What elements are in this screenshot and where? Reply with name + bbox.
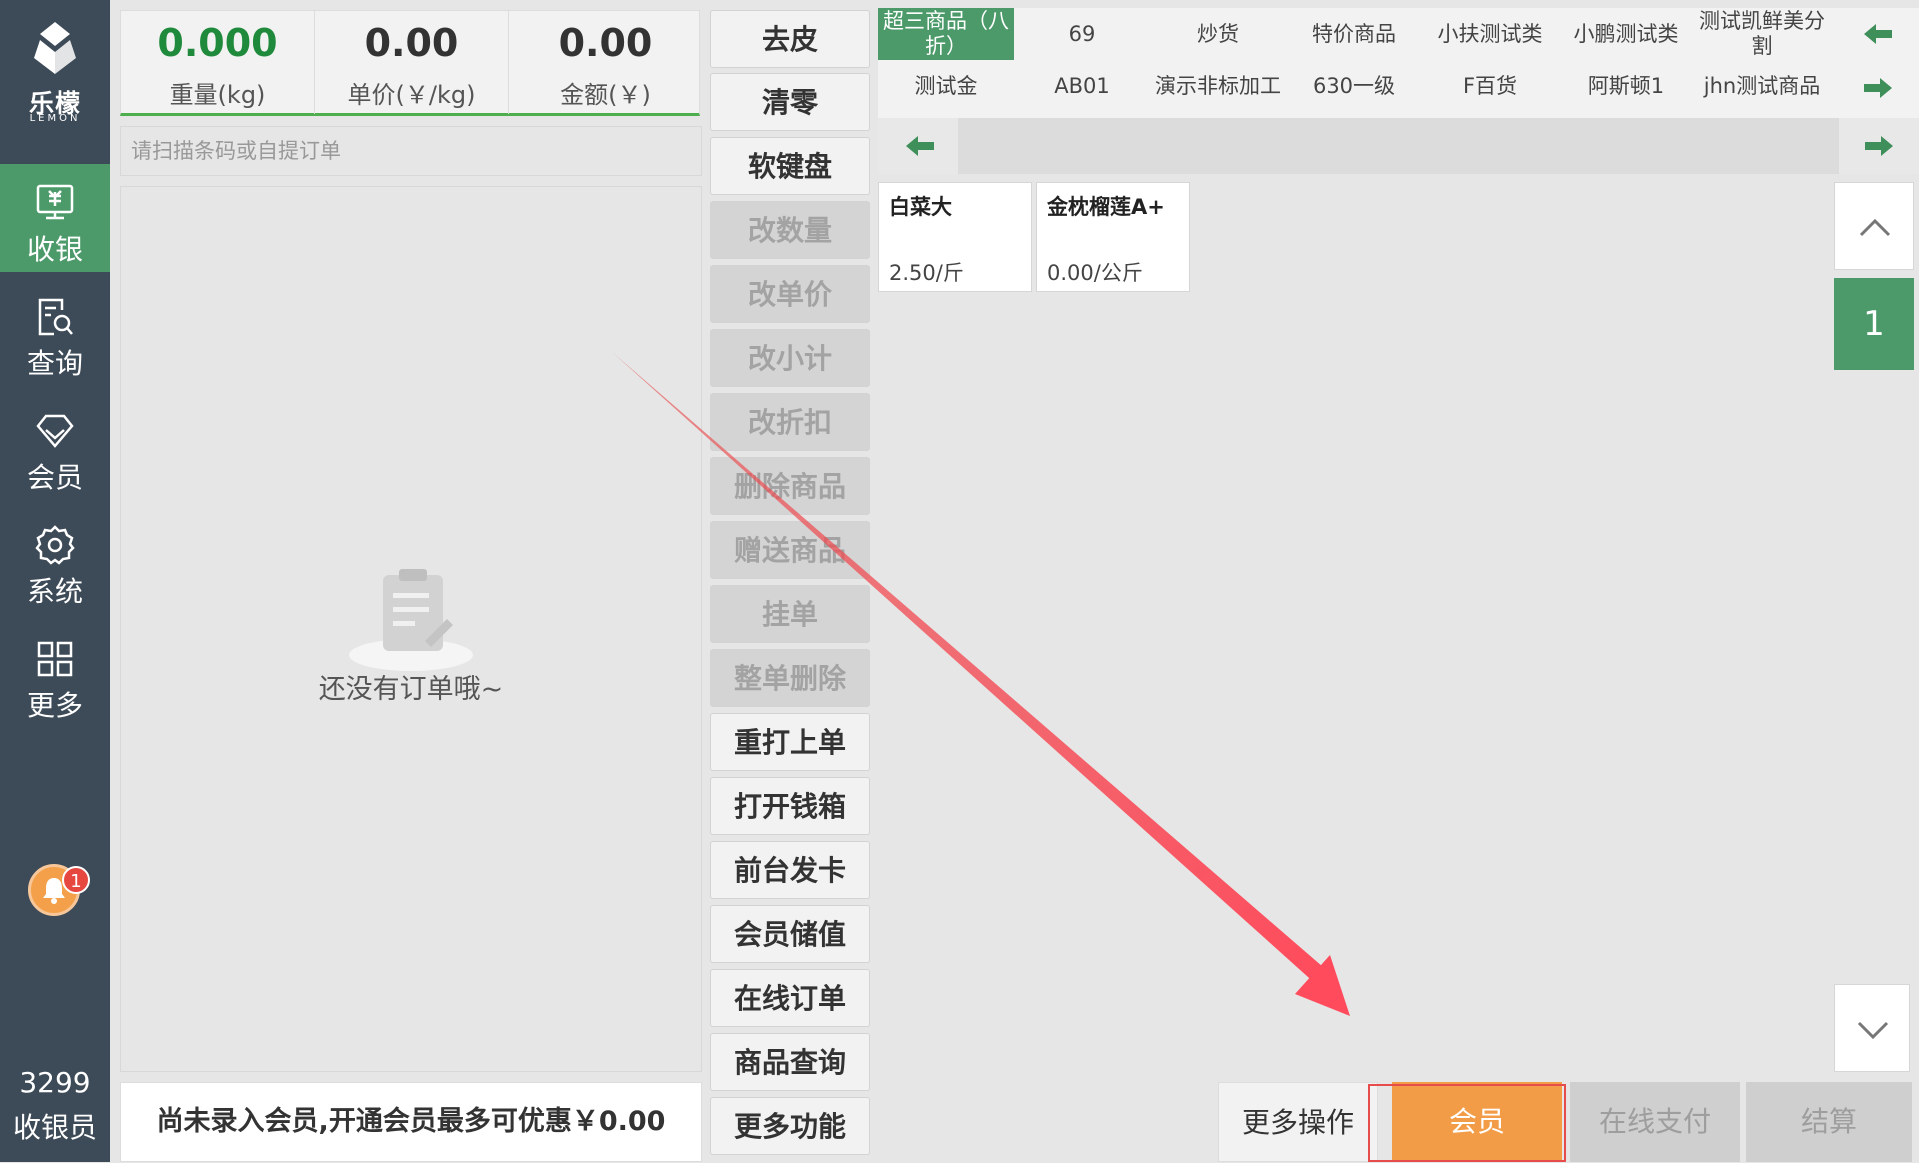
- arrow-right-icon: [1865, 136, 1893, 156]
- sidebar-item-more[interactable]: 更多: [0, 620, 110, 728]
- chevron-down-icon: [1857, 1021, 1889, 1040]
- weight-label: 重量(kg): [169, 81, 266, 109]
- category-tab[interactable]: 测试凯鲜美分割: [1694, 8, 1830, 60]
- category-tab[interactable]: 演示非标加工: [1150, 60, 1286, 112]
- category-tab[interactable]: 630一级: [1286, 60, 1422, 112]
- category-next-button[interactable]: [1839, 118, 1919, 174]
- cashier-id: 3299: [19, 1066, 91, 1099]
- weight-cell: 0.000 重量(kg): [121, 11, 314, 114]
- highlight-box: [1368, 1084, 1566, 1162]
- product-price: 0.00/公斤: [1047, 261, 1143, 285]
- arrow-left-icon: [906, 136, 934, 156]
- category-tab[interactable]: AB01: [1014, 60, 1150, 112]
- category-tab[interactable]: 小扶测试类: [1422, 8, 1558, 60]
- sidebar-item-label: 更多: [26, 689, 83, 722]
- order-list: 还没有订单哦~: [120, 186, 702, 1072]
- delete-order-button[interactable]: 整单删除: [710, 649, 870, 707]
- lemon-logo-icon: [34, 22, 76, 74]
- reprint-last-button[interactable]: 重打上单: [710, 713, 870, 771]
- sidebar-item-label: 查询: [26, 347, 83, 380]
- unit-price-label: 单价(￥/kg): [347, 81, 476, 109]
- empty-order-text: 还没有订单哦~: [318, 674, 504, 705]
- category-prev-button[interactable]: [878, 118, 958, 174]
- arrow-left-icon[interactable]: [1858, 14, 1898, 54]
- member-promo-bar: 尚未录入会员,开通会员最多可优惠￥0.00: [120, 1082, 702, 1162]
- sidebar-item-cashier[interactable]: 收银: [0, 164, 110, 272]
- logo-subtext: LEMON: [29, 113, 81, 124]
- search-document-icon: [38, 298, 73, 336]
- category-tabs: 超三商品（八折） 69 炒货 特价商品 小扶测试类 小鹏测试类 测试凯鲜美分割 …: [878, 8, 1919, 118]
- zero-button[interactable]: 清零: [710, 73, 870, 131]
- category-pager: [878, 118, 1919, 174]
- amount-label: 金额(￥): [560, 81, 651, 109]
- category-tab[interactable]: F百货: [1422, 60, 1558, 112]
- unit-price-value: 0.00: [364, 21, 459, 65]
- category-tab[interactable]: 阿斯顿1: [1558, 60, 1694, 112]
- amount-value: 0.00: [558, 21, 653, 65]
- more-functions-button[interactable]: 更多功能: [710, 1097, 870, 1155]
- arrow-right-icon[interactable]: [1858, 68, 1898, 108]
- delete-item-button[interactable]: 删除商品: [710, 457, 870, 515]
- product-card[interactable]: 金枕榴莲A+ 0.00/公斤: [1036, 182, 1190, 292]
- category-tab[interactable]: 测试金: [878, 60, 1014, 112]
- scale-display: 0.000 重量(kg) 0.00 单价(￥/kg) 0.00 金额(￥): [120, 10, 700, 116]
- page-number: 1: [1834, 278, 1914, 370]
- change-quantity-button[interactable]: 改数量: [710, 201, 870, 259]
- more-operations-button[interactable]: 更多操作: [1218, 1082, 1378, 1162]
- tare-button[interactable]: 去皮: [710, 10, 870, 68]
- barcode-input[interactable]: 请扫描条码或自提订单: [120, 126, 702, 176]
- weight-value: 0.000: [157, 21, 278, 65]
- sidebar-item-label: 系统: [26, 575, 83, 608]
- chevron-up-icon: [1859, 218, 1891, 237]
- category-tab[interactable]: 特价商品: [1286, 8, 1422, 60]
- category-tab[interactable]: 炒货: [1150, 8, 1286, 60]
- member-topup-button[interactable]: 会员储值: [710, 905, 870, 963]
- change-unit-price-button[interactable]: 改单价: [710, 265, 870, 323]
- product-name: 白菜大: [889, 195, 952, 219]
- category-tab[interactable]: 小鹏测试类: [1558, 8, 1694, 60]
- sidebar-item-label: 收银: [26, 233, 83, 266]
- barcode-placeholder: 请扫描条码或自提订单: [131, 139, 341, 163]
- cash-register-icon: [36, 184, 74, 220]
- logo: 乐檬 LEMON: [0, 14, 110, 124]
- page-down-button[interactable]: [1834, 984, 1910, 1072]
- change-subtotal-button[interactable]: 改小计: [710, 329, 870, 387]
- unit-price-cell: 0.00 单价(￥/kg): [315, 11, 508, 114]
- sidebar: 乐檬 LEMON 收银 查询 会员 系统 更多 1 3299 收银员: [0, 0, 110, 1162]
- notification-badge: 1: [62, 866, 90, 894]
- empty-clipboard-icon: [349, 569, 473, 671]
- change-discount-button[interactable]: 改折扣: [710, 393, 870, 451]
- category-tab[interactable]: jhn测试商品: [1694, 60, 1830, 112]
- product-search-button[interactable]: 商品查询: [710, 1033, 870, 1091]
- soft-keyboard-button[interactable]: 软键盘: [710, 137, 870, 195]
- sidebar-item-system[interactable]: 系统: [0, 506, 110, 614]
- cashier-role: 收银员: [12, 1111, 97, 1144]
- sidebar-item-label: 会员: [26, 461, 83, 494]
- grid-icon: [37, 641, 73, 677]
- amount-cell: 0.00 金额(￥): [509, 11, 702, 114]
- issue-card-button[interactable]: 前台发卡: [710, 841, 870, 899]
- online-payment-button[interactable]: 在线支付: [1570, 1082, 1740, 1162]
- online-orders-button[interactable]: 在线订单: [710, 969, 870, 1027]
- gear-icon: [35, 525, 75, 565]
- product-price: 2.50/斤: [889, 261, 964, 285]
- category-tab[interactable]: 69: [1014, 8, 1150, 60]
- open-cash-drawer-button[interactable]: 打开钱箱: [710, 777, 870, 835]
- product-name: 金枕榴莲A+: [1047, 195, 1165, 219]
- category-tab[interactable]: 超三商品（八折）: [878, 8, 1014, 60]
- sidebar-item-query[interactable]: 查询: [0, 278, 110, 386]
- hold-order-button[interactable]: 挂单: [710, 585, 870, 643]
- gift-item-button[interactable]: 赠送商品: [710, 521, 870, 579]
- sidebar-item-member[interactable]: 会员: [0, 392, 110, 500]
- page-up-button[interactable]: [1834, 182, 1914, 270]
- checkout-button[interactable]: 结算: [1746, 1082, 1912, 1162]
- diamond-icon: [36, 414, 74, 448]
- product-card[interactable]: 白菜大 2.50/斤: [878, 182, 1032, 292]
